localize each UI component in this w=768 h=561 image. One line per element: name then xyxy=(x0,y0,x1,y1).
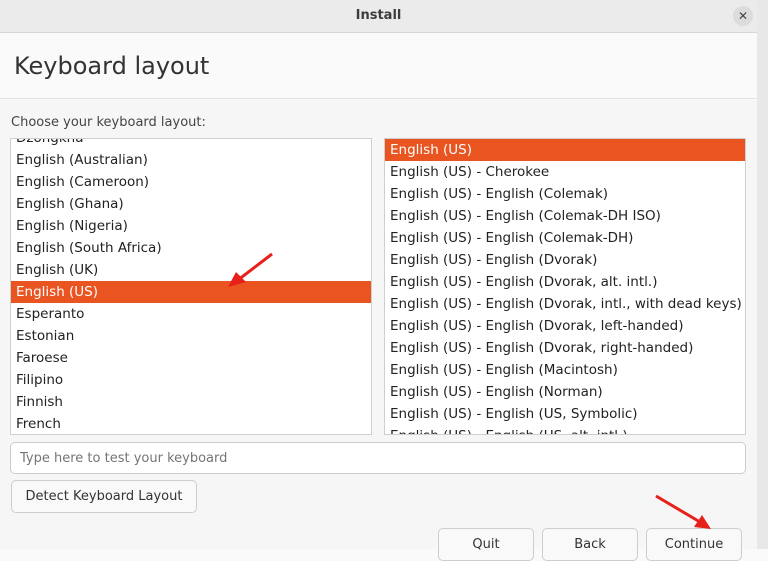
layout-list-item[interactable]: French xyxy=(11,413,371,434)
layout-list-item[interactable]: Esperanto xyxy=(11,303,371,325)
variant-list-item[interactable]: English (US) - English (US, alt. intl.) xyxy=(385,425,745,434)
back-button[interactable]: Back xyxy=(542,528,638,561)
layout-list-item[interactable]: English (Ghana) xyxy=(11,193,371,215)
layout-list-item[interactable]: Finnish xyxy=(11,391,371,413)
page-header: Keyboard layout xyxy=(0,33,757,99)
layout-list-item[interactable]: English (US) xyxy=(11,281,371,303)
title-bar: Install ✕ xyxy=(0,0,757,33)
variant-list-item[interactable]: English (US) - English (US, Symbolic) xyxy=(385,403,745,425)
variant-list-item[interactable]: English (US) - English (Dvorak, right-ha… xyxy=(385,337,745,359)
continue-button[interactable]: Continue xyxy=(646,528,742,561)
variant-list[interactable]: English (US) English (US) - Cherokee Engli… xyxy=(384,138,746,435)
variant-list-item[interactable]: English (US) - English (Dvorak, intl., w… xyxy=(385,293,745,315)
detect-layout-button[interactable]: Detect Keyboard Layout xyxy=(11,480,197,513)
variant-list-item[interactable]: English (US) - English (Dvorak) xyxy=(385,249,745,271)
layout-list-item[interactable]: Dzongkha xyxy=(11,139,371,149)
variant-list-item[interactable]: English (US) - English (Colemak-DH ISO) xyxy=(385,205,745,227)
layout-list-item[interactable]: English (Australian) xyxy=(11,149,371,171)
window-edge xyxy=(757,0,768,549)
variant-list-item[interactable]: English (US) xyxy=(385,139,745,161)
variant-list-item[interactable]: English (US) - Cherokee xyxy=(385,161,745,183)
variant-list-item[interactable]: English (US) - English (Norman) xyxy=(385,381,745,403)
layout-list-item[interactable]: Estonian xyxy=(11,325,371,347)
variant-list-item[interactable]: English (US) - English (Dvorak, alt. int… xyxy=(385,271,745,293)
page-title: Keyboard layout xyxy=(14,52,210,80)
keyboard-test-input[interactable] xyxy=(10,442,746,474)
layout-list-item[interactable]: English (Cameroon) xyxy=(11,171,371,193)
layout-list[interactable]: Dzongkha English (Australian) English (Cam… xyxy=(10,138,372,435)
variant-list-item[interactable]: English (US) - English (Colemak-DH) xyxy=(385,227,745,249)
quit-button[interactable]: Quit xyxy=(438,528,534,561)
layout-list-item[interactable]: English (Nigeria) xyxy=(11,215,371,237)
close-icon[interactable]: ✕ xyxy=(733,6,753,26)
window-title: Install xyxy=(355,8,402,23)
main-content: Choose your keyboard layout: Dzongkha Eng… xyxy=(0,100,757,561)
layout-list-item[interactable]: English (UK) xyxy=(11,259,371,281)
variant-list-item[interactable]: English (US) - English (Dvorak, left-han… xyxy=(385,315,745,337)
layout-list-item[interactable]: Faroese xyxy=(11,347,371,369)
layout-list-item[interactable]: Filipino xyxy=(11,369,371,391)
layout-list-item[interactable]: English (South Africa) xyxy=(11,237,371,259)
variant-list-item[interactable]: English (US) - English (Macintosh) xyxy=(385,359,745,381)
choose-layout-label: Choose your keyboard layout: xyxy=(11,115,206,130)
variant-list-item[interactable]: English (US) - English (Colemak) xyxy=(385,183,745,205)
